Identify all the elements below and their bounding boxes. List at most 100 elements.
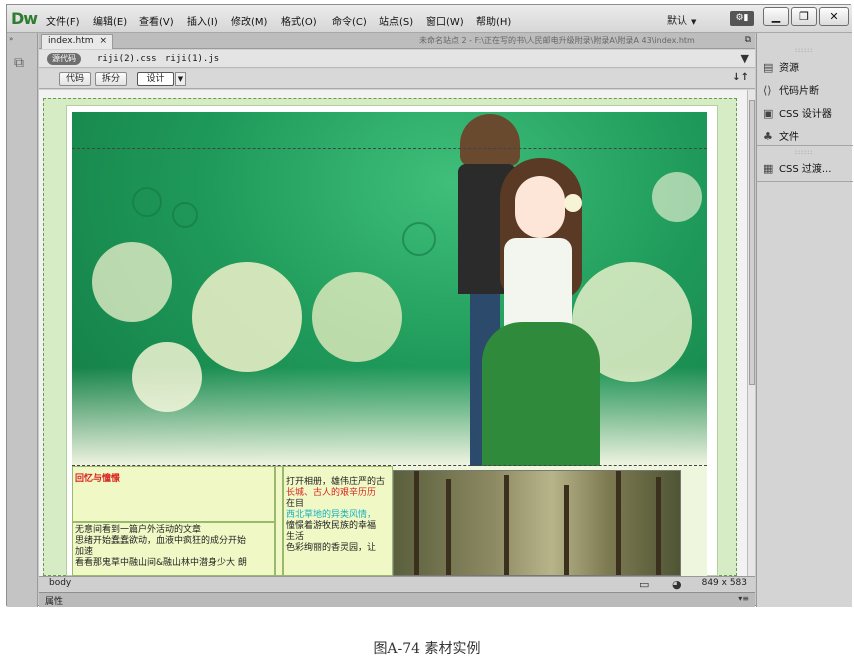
close-button[interactable]: ✕ — [819, 7, 849, 26]
title-cell: 回忆与憧憬 — [72, 466, 275, 522]
content-area: 回忆与憧憬 无意间看到一篇户外活动的文章 思绪开始蠢蠢欲动，血液中疯狂的成分开始… — [72, 466, 707, 576]
panel-label: 资源 — [779, 63, 799, 74]
related-files-bar: 源代码 riji(2).css riji(1).js ▼ — [39, 50, 755, 68]
minimize-icon: ▁ — [771, 10, 781, 23]
left-text-line: 无意间看到一篇户外活动的文章 — [75, 525, 202, 535]
properties-label[interactable]: 属性 — [45, 594, 63, 607]
boy-figure — [460, 114, 520, 166]
properties-panel: 属性 ▾≡ — [39, 592, 755, 607]
close-tab-icon[interactable]: × — [99, 35, 107, 48]
sort-icon[interactable]: ↓↑ — [732, 72, 749, 83]
panel-snippets[interactable]: ⟨⟩ 代码片断 — [763, 82, 819, 97]
dandelion-flower — [564, 194, 582, 212]
menu-view[interactable]: 查看(V) — [139, 13, 174, 28]
girl-skirt — [482, 322, 600, 466]
right-text: 打开相册，雄伟庄严的古 长城、古人的艰辛历历 在目 西北草地的异类风情， 憧憬着… — [284, 467, 392, 556]
document-tab[interactable]: index.htm × — [41, 34, 113, 49]
code-view-button[interactable]: 代码 — [59, 72, 91, 86]
left-text-line: 思绪开始蠢蠢欲动，血液中疯狂的成分开始 — [75, 536, 247, 546]
globe-icon[interactable]: ◕ — [672, 578, 682, 591]
left-panel-strip: » ⧉ — [7, 33, 38, 607]
panel-label: CSS 过渡... — [779, 164, 832, 175]
extensions-icon[interactable]: ⚙▮ — [730, 11, 754, 26]
document-tab-bar: index.htm × 未命名站点 2 - F:\正在写的书\人民邮电升级附录\… — [39, 33, 755, 49]
restore-icon: ❐ — [799, 10, 809, 23]
left-text-cell: 无意间看到一篇户外活动的文章 思绪开始蠢蠢欲动，血液中疯狂的成分开始 加速 看看… — [72, 522, 275, 576]
hero-banner-image — [72, 112, 707, 466]
left-text-line: 看看那鬼草中融山间&融山林中潜身少大 朗 — [75, 558, 247, 568]
panel-assets[interactable]: ▤ 资源 — [763, 59, 799, 74]
guide-line — [72, 148, 707, 149]
monitor-icon[interactable]: ▭ — [639, 578, 649, 591]
assets-icon: ▤ — [763, 61, 774, 74]
filter-icon[interactable]: ▼ — [741, 52, 749, 65]
menu-help[interactable]: 帮助(H) — [476, 13, 511, 28]
related-file-css[interactable]: riji(2).css — [97, 54, 157, 64]
document-restore-icon[interactable]: ⧉ — [745, 35, 751, 45]
snippets-icon: ⟨⟩ — [763, 84, 772, 97]
menu-site[interactable]: 站点(S) — [379, 13, 413, 28]
right-text-line: 长城、古人的艰辛历历 — [286, 488, 377, 498]
scrollbar-thumb[interactable] — [749, 100, 755, 385]
left-text: 无意间看到一篇户外活动的文章 思绪开始蠢蠢欲动，血液中疯狂的成分开始 加速 看看… — [73, 523, 274, 571]
right-text-line: 在目 — [286, 499, 305, 509]
menu-modify[interactable]: 修改(M) — [231, 13, 267, 28]
design-view-button[interactable]: 设计 — [137, 72, 174, 86]
document-tab-label: index.htm — [48, 36, 94, 46]
expand-arrows-icon[interactable]: » — [9, 35, 13, 43]
workspace-switcher[interactable]: 默认 ▼ — [667, 12, 696, 27]
menu-bar: Dw 文件(F) 编辑(E) 查看(V) 插入(I) 修改(M) 格式(O) 命… — [7, 5, 852, 33]
panel-css-designer[interactable]: ▣ CSS 设计器 — [763, 105, 832, 120]
right-text-line: 西北草地的异类风情， — [286, 510, 377, 520]
css-icon: ▣ — [763, 107, 774, 120]
vertical-scrollbar[interactable] — [747, 90, 755, 576]
left-text-line: 加速 — [75, 547, 94, 557]
panel-label: CSS 设计器 — [779, 109, 832, 120]
menu-commands[interactable]: 命令(C) — [332, 13, 367, 28]
right-text-line: 色彩绚丽的香灵园，让 — [286, 543, 377, 553]
close-icon: ✕ — [829, 10, 839, 23]
right-text-line: 生活 — [286, 532, 305, 542]
chevron-down-icon: ▼ — [691, 18, 697, 26]
spacer-cell — [275, 466, 283, 576]
tag-selector[interactable]: body — [49, 578, 71, 588]
grip-icon[interactable]: :::::: — [795, 149, 813, 156]
source-code-button[interactable]: 源代码 — [47, 53, 81, 65]
dreamweaver-window: Dw 文件(F) 编辑(E) 查看(V) 插入(I) 修改(M) 格式(O) 命… — [6, 4, 853, 607]
files-tree-icon: ♣ — [763, 130, 773, 143]
figure-caption: 图A-74 素材实例 — [373, 641, 481, 657]
insert-panel-icon[interactable]: ⧉ — [14, 55, 31, 72]
panel-divider — [757, 181, 853, 182]
section-title: 回忆与憧憬 — [75, 474, 121, 484]
panel-files[interactable]: ♣ 文件 — [763, 128, 799, 143]
menu-insert[interactable]: 插入(I) — [187, 13, 218, 28]
right-text-line: 打开相册，雄伟庄严的古 — [286, 477, 386, 487]
girl-face — [515, 176, 565, 238]
transitions-icon: ▦ — [763, 162, 774, 175]
menu-window[interactable]: 窗口(W) — [426, 13, 464, 28]
panel-menu-icon[interactable]: ▾≡ — [738, 594, 749, 603]
split-view-button[interactable]: 拆分 — [95, 72, 127, 86]
panel-label: 文件 — [779, 132, 799, 143]
view-dropdown-icon[interactable]: ▼ — [175, 72, 186, 86]
menu-file[interactable]: 文件(F) — [46, 13, 80, 28]
panel-divider — [757, 145, 853, 146]
workspace-label: 默认 — [667, 16, 687, 27]
document-toolbar: 代码 拆分 设计 ▼ ↓↑ — [39, 69, 755, 89]
document-window: index.htm × 未命名站点 2 - F:\正在写的书\人民邮电升级附录\… — [39, 33, 755, 607]
panel-label: 代码片断 — [779, 86, 819, 97]
document-path: 未命名站点 2 - F:\正在写的书\人民邮电升级附录\附录A\附录A 43\i… — [419, 36, 695, 45]
restore-button[interactable]: ❐ — [791, 7, 817, 26]
related-file-js[interactable]: riji(1).js — [165, 54, 219, 64]
window-size[interactable]: 849 x 583 — [702, 578, 747, 588]
minimize-button[interactable]: ▁ — [763, 7, 789, 26]
panel-css-transitions[interactable]: ▦ CSS 过渡... — [763, 160, 831, 175]
status-bar: body ▭ ◕ 849 x 583 — [39, 576, 755, 591]
menu-edit[interactable]: 编辑(E) — [93, 13, 127, 28]
right-text-line: 憧憬着游牧民族的幸福 — [286, 521, 377, 531]
grip-icon[interactable]: :::::: — [795, 47, 813, 54]
right-text-cell: 打开相册，雄伟庄严的古 长城、古人的艰辛历历 在目 西北草地的异类风情， 憧憬着… — [283, 466, 393, 576]
right-panel-group: :::::: ▤ 资源 ⟨⟩ 代码片断 ▣ CSS 设计器 ♣ 文件 :::::: ▦ C… — [756, 33, 853, 607]
design-canvas[interactable]: 回忆与憧憬 无意间看到一篇户外活动的文章 思绪开始蠢蠢欲动，血液中疯狂的成分开始… — [39, 90, 755, 576]
menu-format[interactable]: 格式(O) — [281, 13, 317, 28]
